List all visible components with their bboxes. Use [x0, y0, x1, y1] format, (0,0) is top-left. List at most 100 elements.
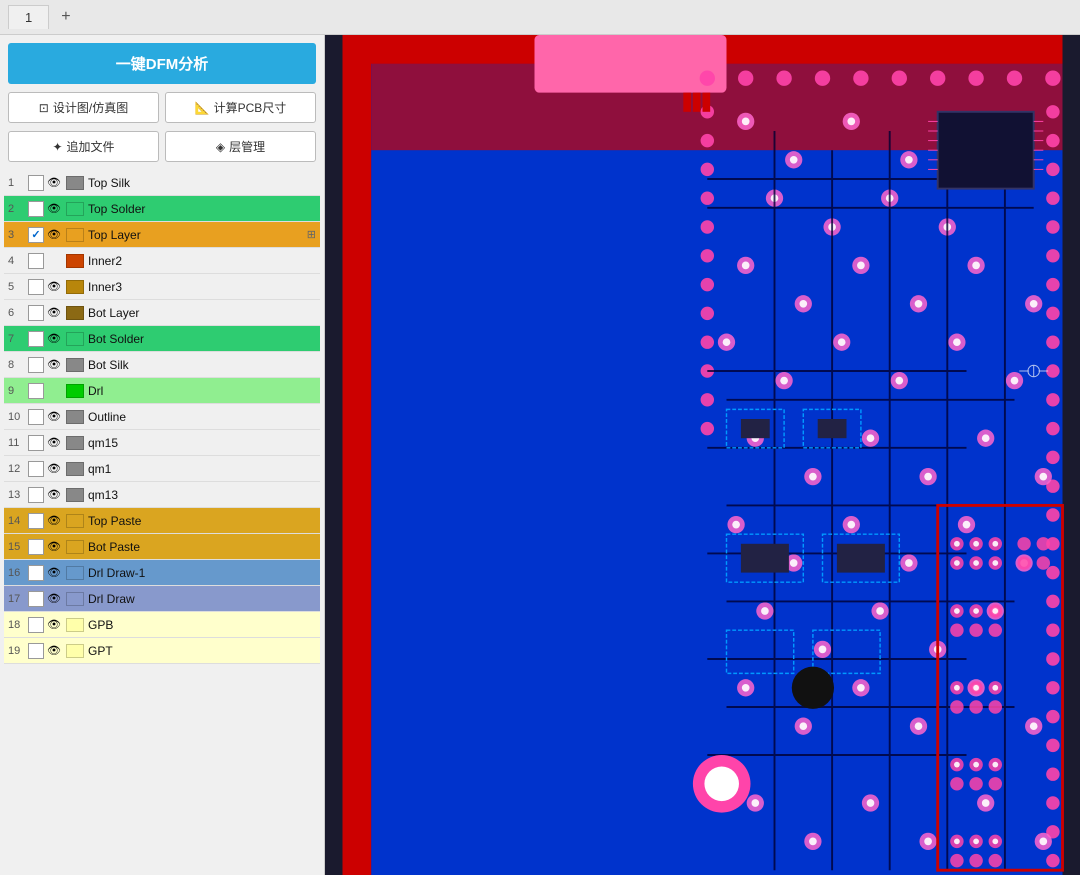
- layer-checkbox[interactable]: [28, 435, 44, 451]
- layer-checkbox[interactable]: [28, 383, 44, 399]
- layer-color-swatch: [66, 332, 84, 346]
- pcb-view[interactable]: [325, 35, 1080, 875]
- layer-checkbox[interactable]: [28, 617, 44, 633]
- add-file-button[interactable]: ✦ 追加文件: [8, 131, 159, 162]
- layer-visibility-icon[interactable]: 👁: [46, 643, 62, 659]
- layer-checkbox[interactable]: [28, 461, 44, 477]
- add-file-label: 追加文件: [67, 138, 115, 155]
- layer-row-13[interactable]: 14 👁 Top Paste: [4, 508, 320, 534]
- layer-name-label: Top Layer: [88, 228, 303, 242]
- layer-checkbox[interactable]: [28, 305, 44, 321]
- layer-visibility-icon[interactable]: 👁: [46, 565, 62, 581]
- layer-visibility-icon[interactable]: 👁: [46, 513, 62, 529]
- layer-number: 10: [8, 411, 28, 423]
- design-sim-button[interactable]: ⊡ 设计图/仿真图: [8, 92, 159, 123]
- layer-name-label: Bot Paste: [88, 540, 316, 554]
- layer-row-2[interactable]: 3✓👁Top Layer⊞: [4, 222, 320, 248]
- layer-row-11[interactable]: 12👁qm1: [4, 456, 320, 482]
- layer-row-7[interactable]: 8👁Bot Silk: [4, 352, 320, 378]
- layer-row-18[interactable]: 19👁GPT: [4, 638, 320, 664]
- checkmark-icon: ✓: [31, 228, 40, 241]
- layer-visibility-icon[interactable]: 👁: [46, 409, 62, 425]
- layer-visibility-icon[interactable]: 👁: [46, 357, 62, 373]
- layer-row-5[interactable]: 6 👁 Bot Layer: [4, 300, 320, 326]
- layer-number: 7: [8, 333, 28, 345]
- layer-visibility-icon[interactable]: 👁: [46, 487, 62, 503]
- layer-checkbox[interactable]: [28, 539, 44, 555]
- layer-row-1[interactable]: 2 👁 Top Solder: [4, 196, 320, 222]
- layer-color-swatch: [66, 462, 84, 476]
- layer-visibility-icon[interactable]: 👁: [46, 461, 62, 477]
- layer-visibility-icon[interactable]: [46, 253, 62, 269]
- layer-visibility-icon[interactable]: [46, 383, 62, 399]
- tab-add-button[interactable]: +: [49, 4, 82, 30]
- layer-color-swatch: [66, 306, 84, 320]
- layer-row-8[interactable]: 9Drl: [4, 378, 320, 404]
- layer-row-3[interactable]: 4Inner2: [4, 248, 320, 274]
- layer-row-16[interactable]: 17👁Drl Draw: [4, 586, 320, 612]
- layer-name-label: Inner3: [88, 280, 316, 294]
- calc-pcb-button[interactable]: 📐 计算PCB尺寸: [165, 92, 316, 123]
- layer-color-swatch: [66, 566, 84, 580]
- layer-name-label: Drl Draw-1: [88, 566, 316, 580]
- design-sim-label: 设计图/仿真图: [53, 99, 128, 116]
- layer-name-label: Bot Solder: [88, 332, 316, 346]
- dfm-analysis-button[interactable]: 一键DFM分析: [8, 43, 316, 84]
- layer-visibility-icon[interactable]: 👁: [46, 331, 62, 347]
- layer-number: 15: [8, 541, 28, 553]
- layer-checkbox[interactable]: [28, 357, 44, 373]
- layer-checkbox[interactable]: [28, 565, 44, 581]
- layer-number: 16: [8, 567, 28, 579]
- layer-color-swatch: [66, 618, 84, 632]
- layer-checkbox[interactable]: [28, 331, 44, 347]
- layer-row-15[interactable]: 16 👁 Drl Draw-1: [4, 560, 320, 586]
- layer-name-label: Top Paste: [88, 514, 316, 528]
- layer-checkbox[interactable]: [28, 175, 44, 191]
- pcb-canvas-area[interactable]: [325, 35, 1080, 875]
- layer-color-swatch: [66, 488, 84, 502]
- layer-number: 6: [8, 307, 28, 319]
- add-file-icon: ✦: [52, 140, 62, 154]
- layer-visibility-icon[interactable]: 👁: [46, 201, 62, 217]
- main-area: 一键DFM分析 ⊡ 设计图/仿真图 📐 计算PCB尺寸 ✦ 追加文件 ◈ 层管理…: [0, 35, 1080, 875]
- layer-visibility-icon[interactable]: 👁: [46, 305, 62, 321]
- layer-name-label: Bot Silk: [88, 358, 316, 372]
- layer-checkbox[interactable]: [28, 409, 44, 425]
- layer-color-swatch: [66, 202, 84, 216]
- layer-checkbox[interactable]: [28, 513, 44, 529]
- layer-row-17[interactable]: 18👁GPB: [4, 612, 320, 638]
- layer-visibility-icon[interactable]: 👁: [46, 539, 62, 555]
- layer-row-12[interactable]: 13👁qm13: [4, 482, 320, 508]
- layer-visibility-icon[interactable]: 👁: [46, 435, 62, 451]
- layer-visibility-icon[interactable]: 👁: [46, 279, 62, 295]
- layer-row-10[interactable]: 11👁qm15: [4, 430, 320, 456]
- layer-color-swatch: [66, 644, 84, 658]
- layer-number: 2: [8, 203, 28, 215]
- layer-row-0[interactable]: 1👁Top Silk: [4, 170, 320, 196]
- layer-row-14[interactable]: 15 👁 Bot Paste: [4, 534, 320, 560]
- layer-checkbox[interactable]: [28, 591, 44, 607]
- layer-checkbox[interactable]: [28, 253, 44, 269]
- layer-number: 4: [8, 255, 28, 267]
- layer-checkbox[interactable]: [28, 487, 44, 503]
- layer-visibility-icon[interactable]: 👁: [46, 591, 62, 607]
- layer-visibility-icon[interactable]: 👁: [46, 617, 62, 633]
- layer-visibility-icon[interactable]: 👁: [46, 227, 62, 243]
- layer-checkbox[interactable]: ✓: [28, 227, 44, 243]
- layer-mgr-button[interactable]: ◈ 层管理: [165, 131, 316, 162]
- layer-name-label: Top Solder: [88, 202, 316, 216]
- layer-color-swatch: [66, 358, 84, 372]
- layer-list: 1👁Top Silk2👁Top Solder3✓👁Top Layer⊞4Inne…: [0, 170, 324, 875]
- layer-number: 14: [8, 515, 28, 527]
- tab-1[interactable]: 1: [8, 5, 49, 29]
- layer-checkbox[interactable]: [28, 279, 44, 295]
- layer-name-label: Bot Layer: [88, 306, 316, 320]
- layer-checkbox[interactable]: [28, 201, 44, 217]
- layer-row-9[interactable]: 10👁Outline: [4, 404, 320, 430]
- layer-name-label: Top Silk: [88, 176, 316, 190]
- layer-name-label: GPT: [88, 644, 316, 658]
- layer-row-4[interactable]: 5👁Inner3: [4, 274, 320, 300]
- layer-visibility-icon[interactable]: 👁: [46, 175, 62, 191]
- layer-checkbox[interactable]: [28, 643, 44, 659]
- layer-row-6[interactable]: 7 👁 Bot Solder: [4, 326, 320, 352]
